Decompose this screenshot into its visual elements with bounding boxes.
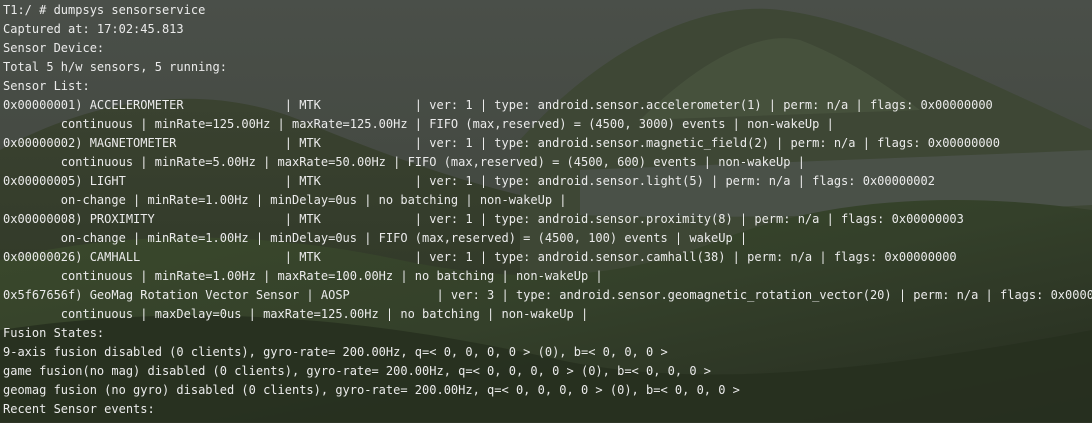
terminal-line: continuous | maxDelay=0us | maxRate=125.… — [3, 307, 589, 321]
terminal-line: 0x00000008) PROXIMITY | MTK | ver: 1 | t… — [3, 212, 964, 226]
terminal-line: Captured at: 17:02:45.813 — [3, 22, 184, 36]
terminal-line: T1:/ # dumpsys sensorservice — [3, 3, 206, 17]
terminal-line: 9-axis fusion disabled (0 clients), gyro… — [3, 345, 668, 359]
terminal-line: Total 5 h/w sensors, 5 running: — [3, 60, 227, 74]
terminal-line: on-change | minRate=1.00Hz | minDelay=0u… — [3, 231, 748, 245]
terminal-line: 0x00000026) CAMHALL | MTK | ver: 1 | typ… — [3, 250, 957, 264]
terminal-line: continuous | minRate=1.00Hz | maxRate=10… — [3, 269, 603, 283]
terminal-line: game fusion(no mag) disabled (0 clients)… — [3, 364, 712, 378]
terminal-line: on-change | minRate=1.00Hz | minDelay=0u… — [3, 193, 567, 207]
terminal-line: continuous | minRate=125.00Hz | maxRate=… — [3, 117, 834, 131]
terminal-output: T1:/ # dumpsys sensorservice Captured at… — [0, 0, 1092, 423]
terminal-line: Sensor List: — [3, 79, 90, 93]
terminal-line: Recent Sensor events: — [3, 402, 155, 416]
terminal-line: geomag fusion (no gyro) disabled (0 clie… — [3, 383, 740, 397]
terminal-line: 0x00000001) ACCELEROMETER | MTK | ver: 1… — [3, 98, 993, 112]
terminal-line: 0x5f67656f) GeoMag Rotation Vector Senso… — [3, 288, 1092, 302]
terminal-line: Fusion States: — [3, 326, 105, 340]
terminal-line: 0x00000005) LIGHT | MTK | ver: 1 | type:… — [3, 174, 935, 188]
terminal-line: Sensor Device: — [3, 41, 105, 55]
terminal-line: continuous | minRate=5.00Hz | maxRate=50… — [3, 155, 805, 169]
terminal-line: 0x00000002) MAGNETOMETER | MTK | ver: 1 … — [3, 136, 1000, 150]
